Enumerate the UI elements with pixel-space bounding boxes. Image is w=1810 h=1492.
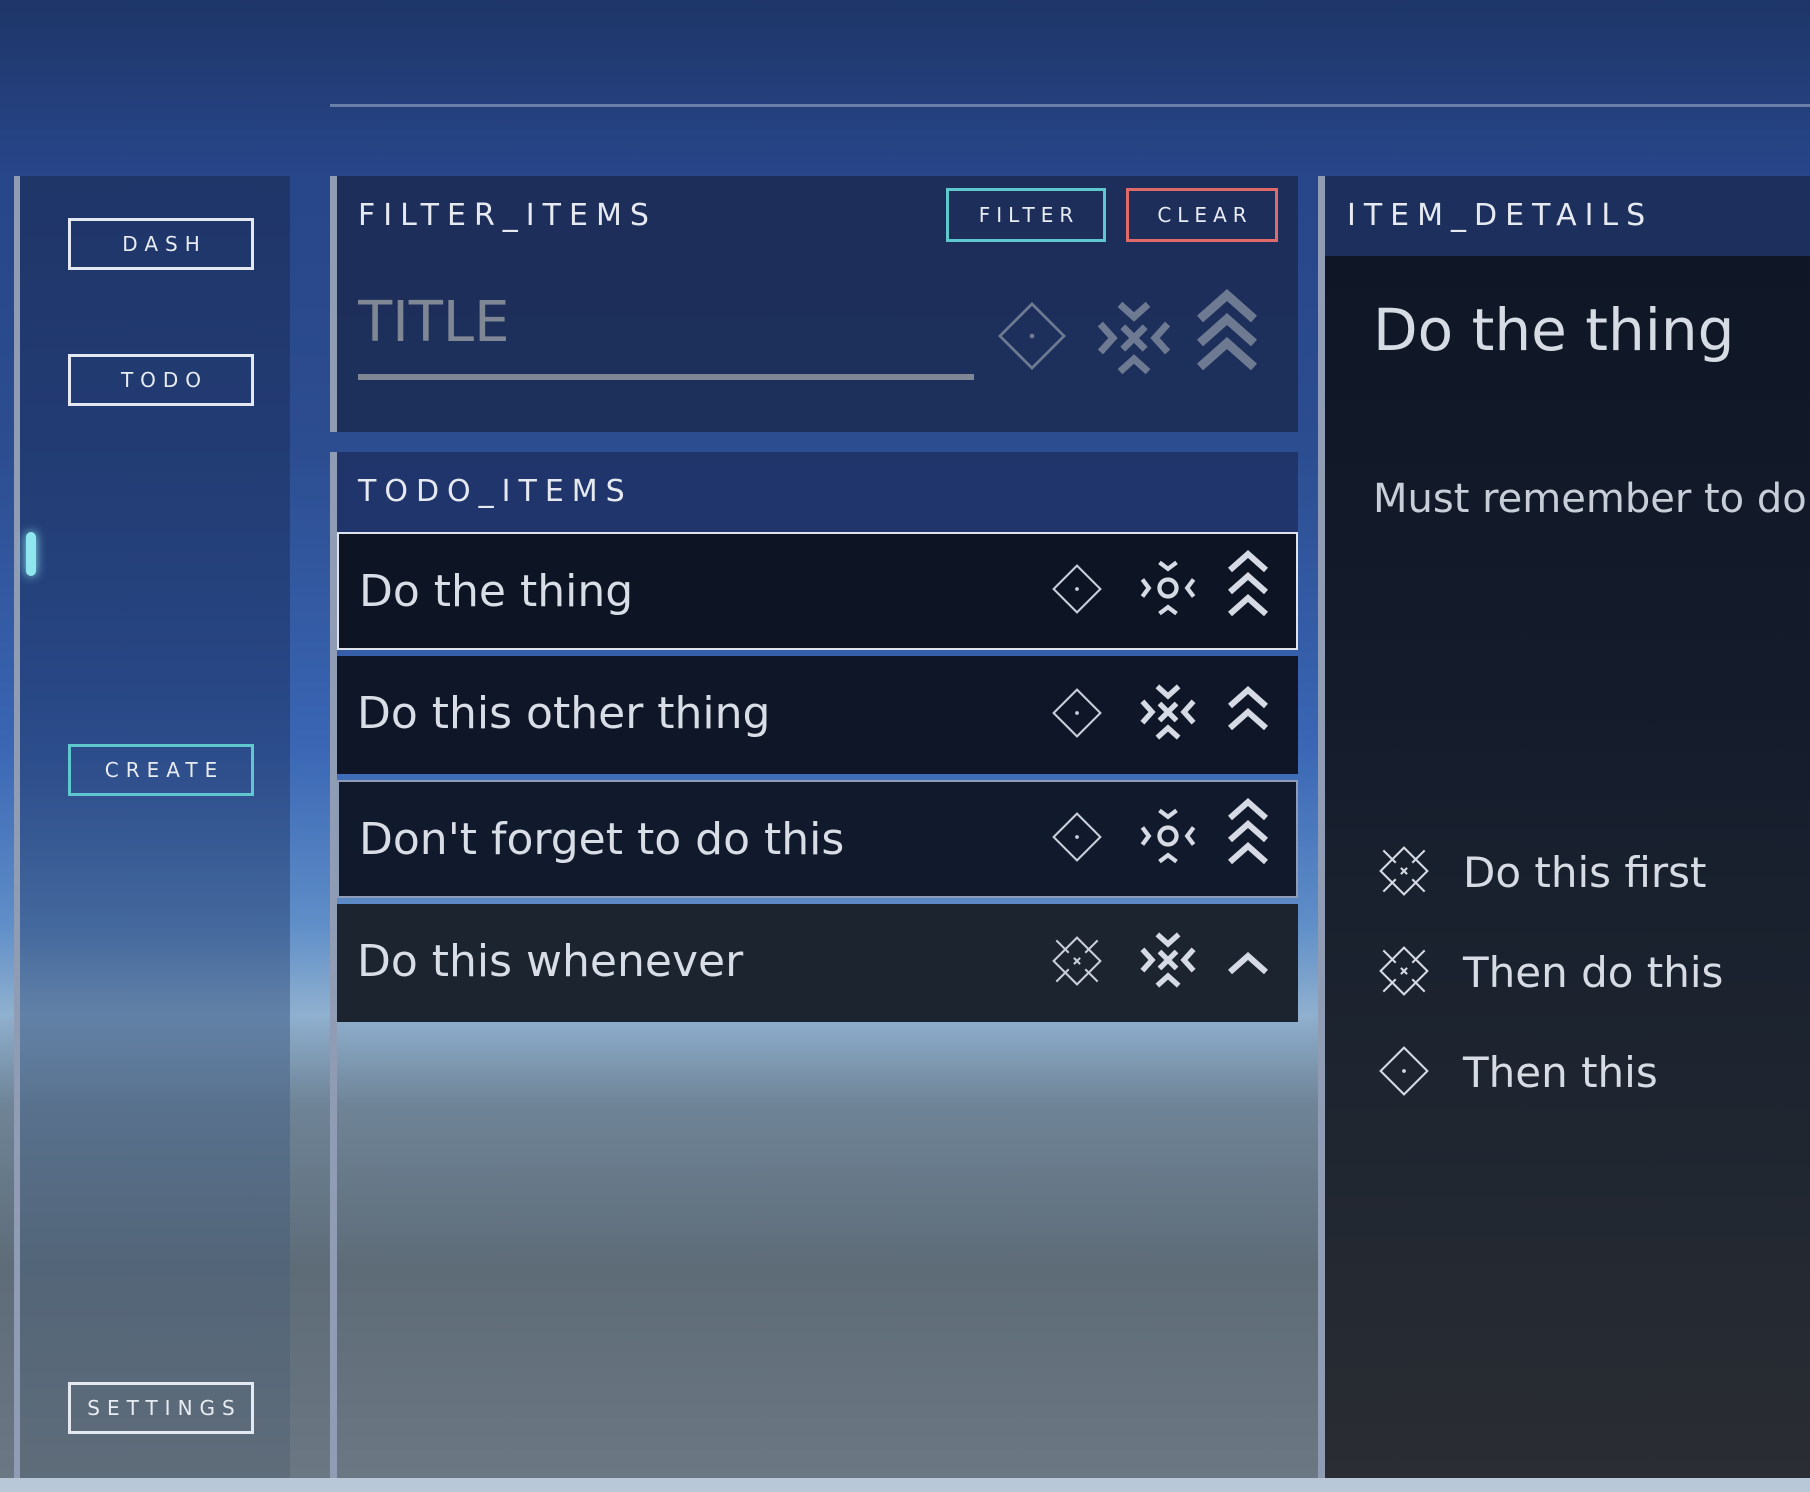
todo-item-label: Do this other thing — [357, 688, 771, 739]
diamond-dot-icon[interactable] — [1046, 558, 1108, 620]
double-chevron-up-icon[interactable] — [1226, 684, 1270, 740]
filter-panel-title: FILTER_ITEMS — [358, 198, 657, 233]
priority-filter-chevron-icon[interactable] — [1194, 286, 1260, 382]
effort-filter-x-burst-icon[interactable] — [1092, 296, 1176, 380]
status-filter-diamond-icon[interactable] — [992, 296, 1072, 376]
x-burst-icon[interactable] — [1136, 928, 1200, 992]
settings-button[interactable]: SETTINGS — [68, 1382, 254, 1434]
item-details-title: ITEM_DETAILS — [1347, 198, 1654, 233]
create-button[interactable]: CREATE — [68, 744, 254, 796]
sidebar: DASH TODO CREATE SETTINGS — [14, 176, 290, 1478]
x-burst-icon[interactable] — [1136, 680, 1200, 744]
nav-dash-button[interactable]: DASH — [68, 218, 254, 270]
diamond-x-icon[interactable] — [1373, 940, 1435, 1002]
diamond-dot-icon[interactable] — [1046, 682, 1108, 744]
diamond-x-icon[interactable] — [1373, 840, 1435, 902]
title-input-underline — [358, 374, 974, 380]
gear-burst-icon[interactable] — [1136, 804, 1200, 868]
subtask-label: Do this first — [1463, 848, 1707, 897]
gear-burst-icon[interactable] — [1136, 556, 1200, 620]
todo-item-label: Do this whenever — [357, 936, 744, 987]
triple-chevron-up-icon[interactable] — [1226, 548, 1270, 628]
active-indicator — [26, 532, 36, 576]
todo-item-label: Don't forget to do this — [359, 814, 845, 865]
chevron-up-icon[interactable] — [1226, 948, 1270, 978]
diamond-dot-icon[interactable] — [1046, 806, 1108, 868]
header-divider — [330, 104, 1810, 107]
todo-item-label: Do the thing — [359, 566, 634, 617]
item-description[interactable]: Must remember to do t — [1373, 476, 1810, 522]
nav-todo-button[interactable]: TODO — [68, 354, 254, 406]
title-filter-input[interactable] — [358, 290, 974, 354]
subtask-label: Then do this — [1463, 948, 1724, 997]
triple-chevron-up-icon[interactable] — [1226, 796, 1270, 876]
item-title[interactable]: Do the thing — [1373, 296, 1734, 364]
diamond-x-icon[interactable] — [1046, 930, 1108, 992]
subtask-label: Then this — [1463, 1048, 1658, 1097]
filter-button[interactable]: FILTER — [946, 188, 1106, 242]
item-details-panel: ITEM_DETAILS Do the thing Must remember … — [1318, 176, 1810, 1478]
clear-button[interactable]: CLEAR — [1126, 188, 1278, 242]
todo-panel-title: TODO_ITEMS — [358, 474, 633, 509]
bottom-edge — [0, 1478, 1810, 1492]
diamond-dot-icon[interactable] — [1373, 1040, 1435, 1102]
